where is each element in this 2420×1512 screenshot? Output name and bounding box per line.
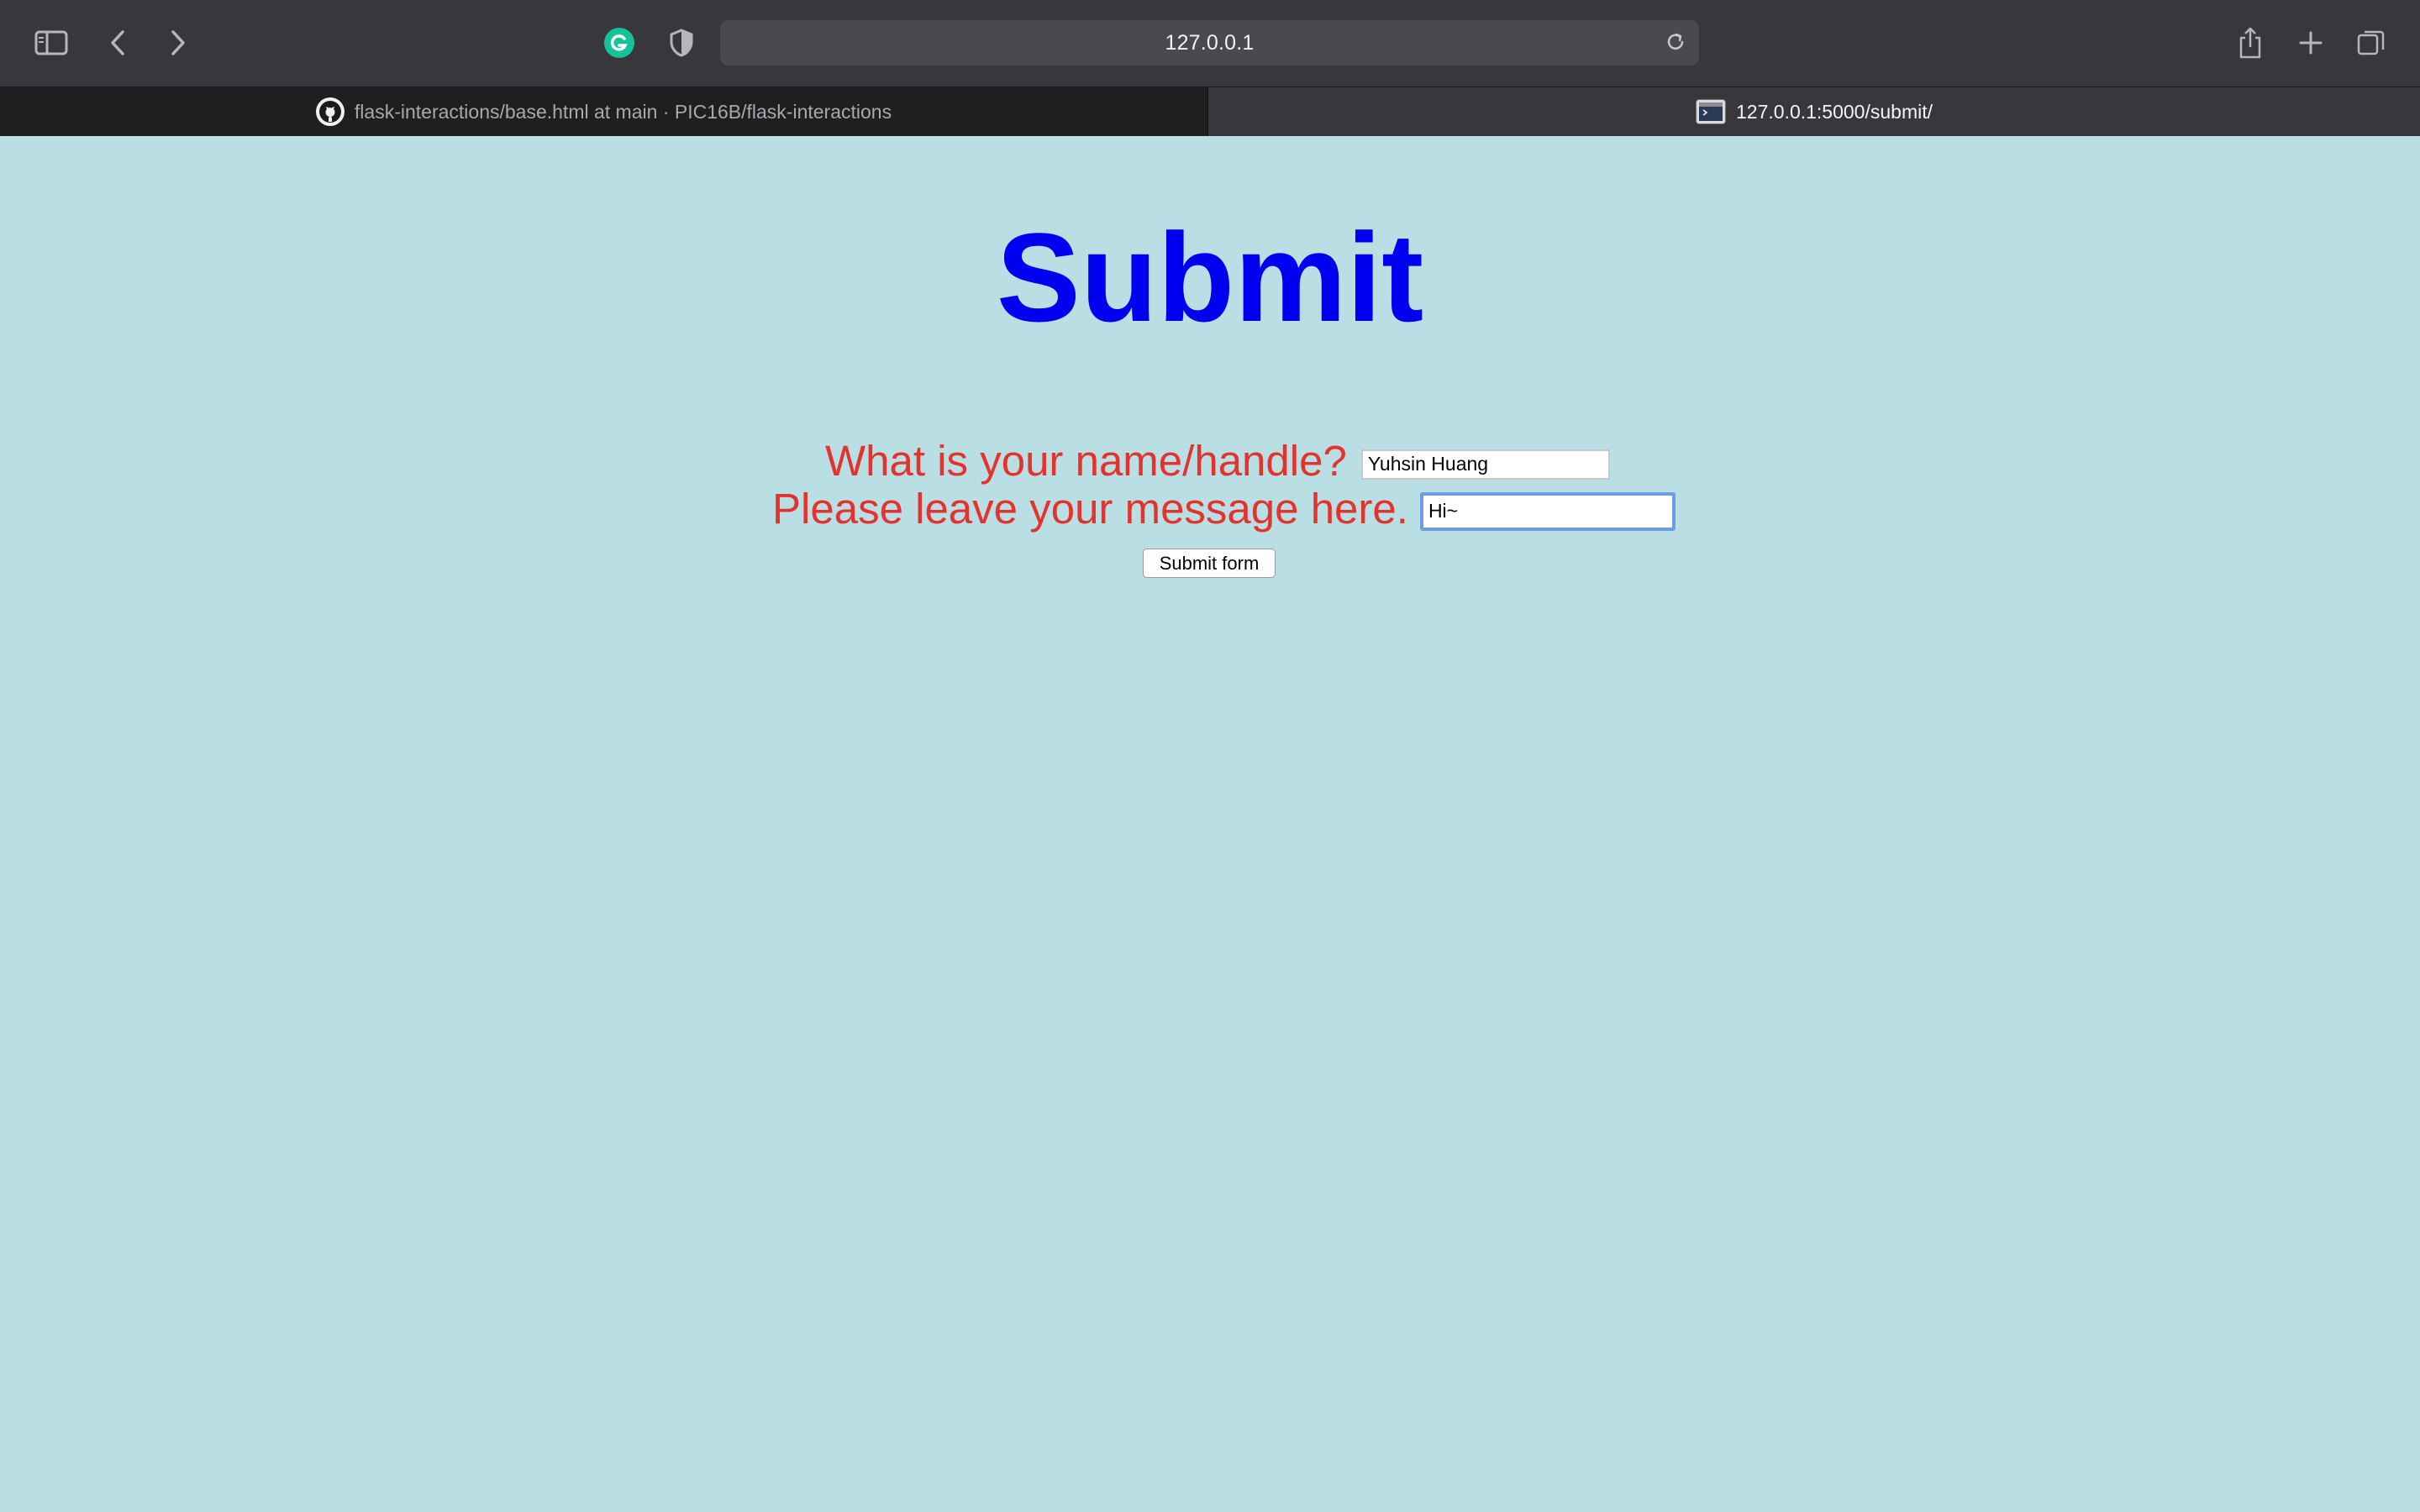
share-icon[interactable]	[2235, 24, 2265, 61]
name-input[interactable]	[1360, 449, 1610, 480]
reload-icon[interactable]	[1664, 30, 1687, 58]
page-content: Submit What is your name/handle? Please …	[0, 136, 2420, 1512]
submit-form-button[interactable]: Submit form	[1143, 549, 1276, 578]
terminal-icon	[1696, 99, 1726, 124]
name-row: What is your name/handle?	[825, 436, 1610, 486]
address-bar-url: 127.0.0.1	[1165, 30, 1255, 55]
forward-icon[interactable]	[165, 26, 192, 60]
browser-window: 127.0.0.1 flask-interactions/base.html a…	[0, 0, 2420, 1512]
tab-title: flask-interactions/base.html at main · P…	[354, 100, 892, 123]
page-title: Submit	[996, 207, 1424, 348]
message-row: Please leave your message here.	[772, 484, 1676, 533]
name-label: What is your name/handle?	[825, 437, 1347, 485]
address-bar[interactable]: 127.0.0.1	[720, 20, 1699, 66]
privacy-shield-icon[interactable]	[666, 26, 697, 60]
tab-title: 127.0.0.1:5000/submit/	[1736, 100, 1933, 123]
sidebar-icon[interactable]	[32, 26, 71, 60]
new-tab-icon[interactable]	[2296, 26, 2326, 60]
tab-github[interactable]: flask-interactions/base.html at main · P…	[0, 87, 1207, 136]
grammarly-icon[interactable]	[602, 26, 636, 60]
tab-overview-icon[interactable]	[2354, 26, 2388, 60]
message-label: Please leave your message here.	[772, 485, 1408, 533]
message-input[interactable]	[1419, 491, 1676, 531]
github-icon	[315, 97, 345, 126]
back-icon[interactable]	[104, 26, 131, 60]
browser-toolbar: 127.0.0.1	[0, 0, 2420, 87]
tab-submit[interactable]: 127.0.0.1:5000/submit/	[1208, 87, 2420, 136]
tab-bar: flask-interactions/base.html at main · P…	[0, 87, 2420, 136]
